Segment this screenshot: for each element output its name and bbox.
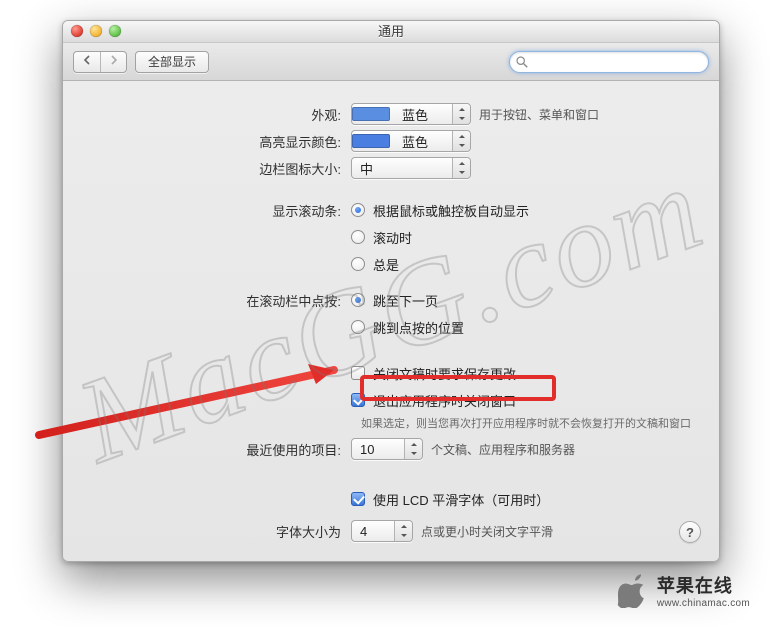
highlight-label: 高亮显示颜色: — [83, 132, 351, 151]
radio-label: 根据鼠标或触控板自动显示 — [373, 201, 529, 220]
radio-label: 总是 — [373, 255, 399, 274]
nav-segment — [73, 51, 127, 73]
brand-text: 苹果在线 www.chinamac.com — [657, 572, 750, 609]
quit-close-hint: 如果选定，则当您再次打开应用程序时就不会恢复打开的文稿和窗口 — [361, 415, 695, 431]
search-input[interactable] — [509, 51, 709, 73]
checkbox-ask-save[interactable] — [351, 366, 365, 380]
traffic-lights — [71, 25, 121, 37]
radio-label: 跳到点按的位置 — [373, 318, 464, 337]
brand-footer: 苹果在线 www.chinamac.com — [617, 572, 750, 609]
brand-url: www.chinamac.com — [657, 598, 750, 609]
minimize-icon[interactable] — [90, 25, 102, 37]
chevron-updown-icon — [452, 158, 470, 178]
color-swatch-icon — [352, 107, 390, 121]
close-icon[interactable] — [71, 25, 83, 37]
help-icon: ? — [686, 525, 694, 540]
appearance-select[interactable]: 蓝色 — [351, 103, 471, 125]
content: 外观: 蓝色 用于按钮、菜单和窗口 高亮显示颜色: 蓝色 边 — [63, 81, 719, 562]
recent-value: 10 — [352, 442, 404, 457]
sidebar-size-select[interactable]: 中 — [351, 157, 471, 179]
highlight-value: 蓝色 — [394, 132, 452, 151]
checkbox-label: 使用 LCD 平滑字体（可用时） — [373, 490, 549, 509]
chevron-updown-icon — [394, 521, 412, 541]
recent-select[interactable]: 10 — [351, 438, 423, 460]
font-size-label: 字体大小为 — [83, 522, 351, 541]
toolbar: 全部显示 — [63, 43, 719, 81]
window-title: 通用 — [378, 24, 404, 39]
radio-jump-here[interactable] — [351, 320, 365, 334]
chevron-updown-icon — [404, 439, 422, 459]
preferences-window: 通用 全部显示 外观: 蓝色 — [62, 20, 720, 562]
checkbox-label: 退出应用程序时关闭窗口 — [373, 391, 516, 410]
checkbox-close-on-quit[interactable] — [351, 393, 365, 407]
font-size-after: 点或更小时关闭文字平滑 — [421, 523, 553, 540]
brand-cn: 苹果在线 — [657, 572, 750, 598]
forward-button[interactable] — [100, 52, 126, 72]
appearance-hint: 用于按钮、菜单和窗口 — [479, 106, 599, 123]
radio-label: 跳至下一页 — [373, 291, 438, 310]
appearance-value: 蓝色 — [394, 105, 452, 124]
apple-logo-icon — [617, 574, 647, 608]
font-size-value: 4 — [352, 524, 394, 539]
radio-label: 滚动时 — [373, 228, 412, 247]
font-size-select[interactable]: 4 — [351, 520, 413, 542]
search-field[interactable] — [509, 51, 709, 73]
chevron-updown-icon — [452, 104, 470, 124]
appearance-label: 外观: — [83, 105, 351, 124]
highlight-select[interactable]: 蓝色 — [351, 130, 471, 152]
help-button[interactable]: ? — [679, 521, 701, 543]
sidebar-size-label: 边栏图标大小: — [83, 159, 351, 178]
checkbox-lcd-smoothing[interactable] — [351, 492, 365, 506]
scrollbars-label: 显示滚动条: — [83, 201, 351, 220]
sidebar-size-value: 中 — [352, 159, 452, 178]
radio-scrollbars-scrolling[interactable] — [351, 230, 365, 244]
recent-label: 最近使用的项目: — [83, 440, 351, 459]
color-swatch-icon — [352, 134, 390, 148]
scroll-click-label: 在滚动栏中点按: — [83, 291, 351, 310]
checkbox-label: 关闭文稿时要求保存更改 — [373, 364, 516, 383]
zoom-icon[interactable] — [109, 25, 121, 37]
radio-scrollbars-always[interactable] — [351, 257, 365, 271]
search-icon — [515, 55, 529, 69]
back-button[interactable] — [74, 52, 100, 72]
radio-jump-next[interactable] — [351, 293, 365, 307]
titlebar: 通用 — [63, 21, 719, 43]
radio-scrollbars-auto[interactable] — [351, 203, 365, 217]
recent-after: 个文稿、应用程序和服务器 — [431, 441, 575, 458]
chevron-updown-icon — [452, 131, 470, 151]
show-all-button[interactable]: 全部显示 — [135, 51, 209, 73]
